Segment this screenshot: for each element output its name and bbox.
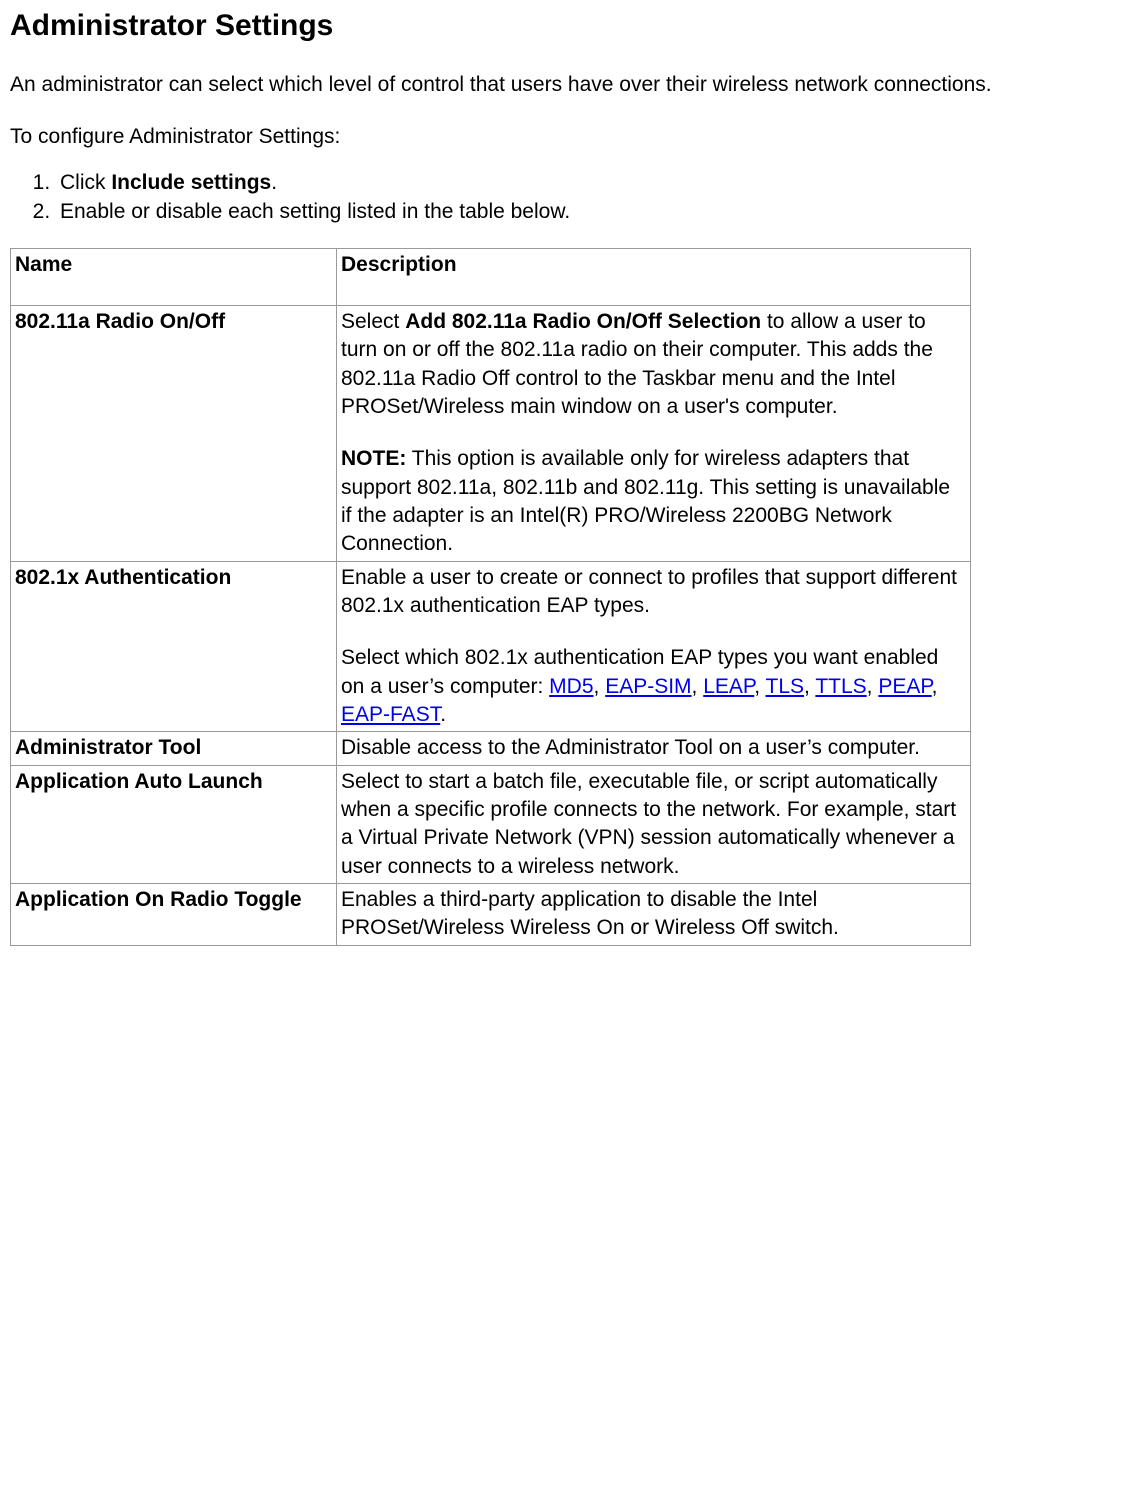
link-eap-fast[interactable]: EAP-FAST [341, 703, 440, 726]
page-title: Administrator Settings [10, 6, 1131, 47]
sep: , [692, 675, 704, 698]
row-desc: Select Add 802.11a Radio On/Off Selectio… [337, 305, 971, 561]
sep: , [804, 675, 815, 698]
sep: , [932, 675, 938, 698]
sep: , [594, 675, 606, 698]
row-name: 802.11a Radio On/Off [11, 305, 337, 561]
row-desc: Select to start a batch file, executable… [337, 765, 971, 883]
link-tls[interactable]: TLS [766, 675, 805, 698]
step-1-bold: Include settings [111, 171, 271, 194]
step-1: Click Include settings. [56, 169, 1131, 197]
row-name: Application On Radio Toggle [11, 884, 337, 946]
link-peap[interactable]: PEAP [878, 675, 931, 698]
intro-text: An administrator can select which level … [10, 71, 1131, 99]
link-leap[interactable]: LEAP [703, 675, 754, 698]
table-header-row: Name Description [11, 248, 971, 305]
table-row: Application Auto Launch Select to start … [11, 765, 971, 883]
r1-p2-rest: This option is available only for wirele… [341, 447, 950, 555]
settings-table: Name Description 802.11a Radio On/Off Se… [10, 248, 971, 946]
r1-p2-bold: NOTE: [341, 447, 406, 470]
header-name: Name [11, 248, 337, 305]
sep: , [867, 675, 879, 698]
row-desc: Disable access to the Administrator Tool… [337, 732, 971, 765]
link-eap-sim[interactable]: EAP-SIM [605, 675, 691, 698]
r1-p1-a: Select [341, 310, 405, 333]
r1-p1-bold: Add 802.11a Radio On/Off Selection [405, 310, 761, 333]
step-2: Enable or disable each setting listed in… [56, 198, 1131, 226]
row-desc: Enable a user to create or connect to pr… [337, 561, 971, 732]
header-description: Description [337, 248, 971, 305]
row-name: 802.1x Authentication [11, 561, 337, 732]
r2-end: . [440, 703, 446, 726]
step-1-suffix: . [271, 171, 277, 194]
r2-p1: Enable a user to create or connect to pr… [341, 564, 966, 621]
table-row: 802.11a Radio On/Off Select Add 802.11a … [11, 305, 971, 561]
table-row: Administrator Tool Disable access to the… [11, 732, 971, 765]
table-row: 802.1x Authentication Enable a user to c… [11, 561, 971, 732]
row-name: Administrator Tool [11, 732, 337, 765]
steps-list: Click Include settings. Enable or disabl… [10, 169, 1131, 226]
sep: , [754, 675, 765, 698]
link-ttls[interactable]: TTLS [815, 675, 866, 698]
link-md5[interactable]: MD5 [549, 675, 593, 698]
row-desc: Enables a third-party application to dis… [337, 884, 971, 946]
row-name: Application Auto Launch [11, 765, 337, 883]
table-row: Application On Radio Toggle Enables a th… [11, 884, 971, 946]
lead-text: To configure Administrator Settings: [10, 123, 1131, 151]
step-1-prefix: Click [60, 171, 111, 194]
